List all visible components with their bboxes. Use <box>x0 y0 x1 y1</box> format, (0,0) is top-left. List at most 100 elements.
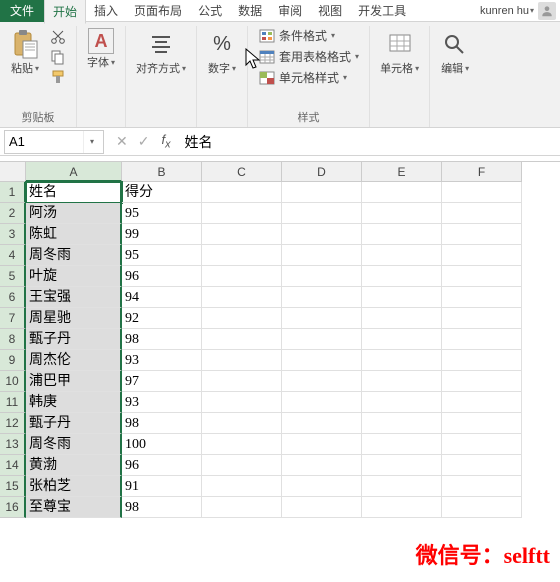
cell[interactable] <box>362 371 442 392</box>
cell[interactable] <box>282 308 362 329</box>
cell[interactable]: 93 <box>122 392 202 413</box>
tab-home[interactable]: 开始 <box>44 0 86 24</box>
cell[interactable] <box>442 182 522 203</box>
cell[interactable]: 96 <box>122 266 202 287</box>
row-header[interactable]: 13 <box>0 434 26 455</box>
col-header-A[interactable]: A <box>26 162 122 182</box>
row-header[interactable]: 14 <box>0 455 26 476</box>
cell[interactable] <box>282 434 362 455</box>
row-header[interactable]: 7 <box>0 308 26 329</box>
cell[interactable] <box>442 245 522 266</box>
cell[interactable] <box>362 392 442 413</box>
cell[interactable] <box>362 434 442 455</box>
cell[interactable]: 黄渤 <box>26 455 122 476</box>
row-header[interactable]: 1 <box>0 182 26 203</box>
cell[interactable] <box>362 224 442 245</box>
cells-button[interactable]: 单元格▾ <box>376 26 423 78</box>
cell[interactable]: 99 <box>122 224 202 245</box>
cell[interactable] <box>442 455 522 476</box>
cell[interactable] <box>442 392 522 413</box>
cell[interactable] <box>442 224 522 245</box>
cell[interactable] <box>442 308 522 329</box>
cell[interactable] <box>202 371 282 392</box>
tab-dev[interactable]: 开发工具 <box>350 0 414 22</box>
cell[interactable] <box>362 203 442 224</box>
cell[interactable] <box>202 476 282 497</box>
cell[interactable]: 100 <box>122 434 202 455</box>
cell[interactable] <box>362 329 442 350</box>
cell[interactable] <box>282 392 362 413</box>
cell[interactable] <box>282 224 362 245</box>
cell[interactable] <box>282 350 362 371</box>
cell[interactable] <box>202 182 282 203</box>
cell[interactable]: 96 <box>122 455 202 476</box>
cell[interactable]: 浦巴甲 <box>26 371 122 392</box>
cell[interactable]: 周星驰 <box>26 308 122 329</box>
cell[interactable] <box>442 413 522 434</box>
cell[interactable]: 周冬雨 <box>26 245 122 266</box>
cell[interactable] <box>362 266 442 287</box>
cell[interactable] <box>202 497 282 518</box>
cell[interactable]: 周杰伦 <box>26 350 122 371</box>
cell[interactable]: 王宝强 <box>26 287 122 308</box>
cell[interactable]: 张柏芝 <box>26 476 122 497</box>
cell[interactable] <box>362 287 442 308</box>
cell[interactable] <box>442 266 522 287</box>
editing-button[interactable]: 编辑▾ <box>436 26 474 78</box>
cell[interactable] <box>202 455 282 476</box>
cell[interactable] <box>202 308 282 329</box>
cell[interactable] <box>202 224 282 245</box>
cell[interactable]: 至尊宝 <box>26 497 122 518</box>
col-header-F[interactable]: F <box>442 162 522 182</box>
cell[interactable] <box>282 266 362 287</box>
tab-layout[interactable]: 页面布局 <box>126 0 190 22</box>
cell[interactable] <box>202 434 282 455</box>
cell[interactable] <box>202 392 282 413</box>
row-header[interactable]: 3 <box>0 224 26 245</box>
cell[interactable] <box>202 350 282 371</box>
cell[interactable] <box>282 413 362 434</box>
tab-formula[interactable]: 公式 <box>190 0 230 22</box>
cell[interactable]: 92 <box>122 308 202 329</box>
col-header-B[interactable]: B <box>122 162 202 182</box>
cell[interactable] <box>202 287 282 308</box>
name-box-dropdown[interactable]: ▾ <box>83 131 99 153</box>
cut-button[interactable] <box>48 28 68 46</box>
cell[interactable]: 97 <box>122 371 202 392</box>
cell[interactable]: 阿汤 <box>26 203 122 224</box>
tab-data[interactable]: 数据 <box>230 0 270 22</box>
cell[interactable]: 周冬雨 <box>26 434 122 455</box>
col-header-C[interactable]: C <box>202 162 282 182</box>
cell[interactable]: 98 <box>122 329 202 350</box>
row-header[interactable]: 5 <box>0 266 26 287</box>
format-as-table-button[interactable]: 套用表格格式▾ <box>254 47 363 66</box>
cell[interactable]: 95 <box>122 245 202 266</box>
cell[interactable]: 姓名 <box>26 182 122 203</box>
cell[interactable] <box>202 413 282 434</box>
cell[interactable]: 甄子丹 <box>26 329 122 350</box>
cell[interactable] <box>282 329 362 350</box>
cell[interactable]: 91 <box>122 476 202 497</box>
cell[interactable] <box>282 203 362 224</box>
cell[interactable] <box>442 434 522 455</box>
row-header[interactable]: 6 <box>0 287 26 308</box>
cell[interactable] <box>362 182 442 203</box>
cancel-formula-icon[interactable]: ✕ <box>116 133 128 150</box>
cell[interactable]: 98 <box>122 497 202 518</box>
format-painter-button[interactable] <box>48 68 68 86</box>
cell[interactable]: 98 <box>122 413 202 434</box>
tab-view[interactable]: 视图 <box>310 0 350 22</box>
cell[interactable] <box>362 308 442 329</box>
cell[interactable] <box>202 266 282 287</box>
select-all-corner[interactable] <box>0 162 26 182</box>
cell[interactable] <box>442 287 522 308</box>
cell[interactable] <box>282 371 362 392</box>
cell[interactable] <box>442 329 522 350</box>
cell[interactable]: 韩庚 <box>26 392 122 413</box>
cell[interactable] <box>282 455 362 476</box>
number-button[interactable]: % 数字▾ <box>203 26 241 78</box>
cell[interactable] <box>442 497 522 518</box>
font-button[interactable]: A 字体▾ <box>83 26 119 72</box>
row-header[interactable]: 12 <box>0 413 26 434</box>
cell-styles-button[interactable]: 单元格样式▾ <box>254 68 363 87</box>
